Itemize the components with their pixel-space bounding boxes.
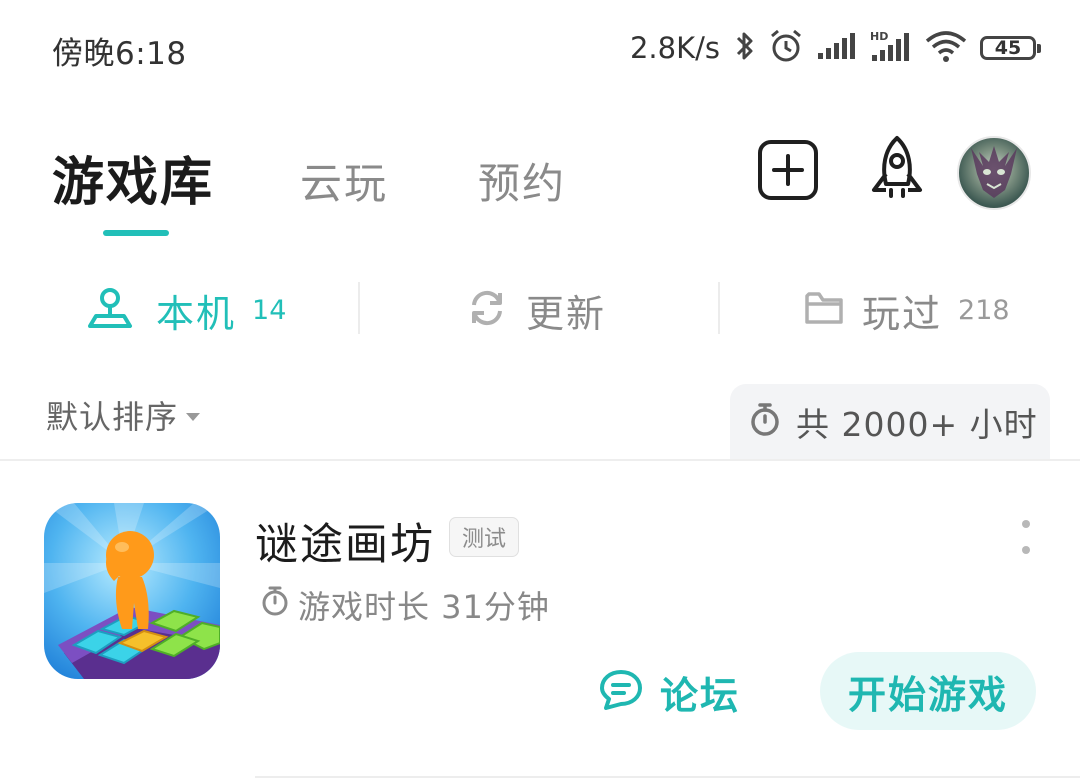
sort-dropdown[interactable]: 默认排序	[46, 392, 201, 438]
bluetooth-icon	[734, 29, 756, 67]
total-playtime-text: 共 2000+ 小时	[796, 405, 1038, 444]
subtab-played-count: 218	[958, 294, 1010, 326]
net-speed: 2.8K/s	[629, 31, 720, 65]
subtab-played[interactable]: 玩过 218	[804, 282, 1010, 338]
game-playtime: 游戏时长 31分钟	[260, 582, 550, 628]
wifi-icon	[924, 29, 968, 67]
forum-label: 论坛	[660, 673, 741, 718]
chat-bubble-icon	[598, 668, 644, 716]
location-pin-icon	[86, 284, 134, 336]
list-divider	[255, 776, 1080, 778]
subtab-local[interactable]: 本机 14	[86, 282, 286, 338]
game-icon[interactable]	[44, 503, 220, 679]
signal-hd-icon: HD	[870, 29, 912, 67]
start-game-button[interactable]: 开始游戏	[820, 652, 1036, 730]
divider	[0, 459, 1080, 461]
stopwatch-icon	[748, 402, 782, 442]
total-playtime: 共 2000+ 小时	[730, 384, 1050, 460]
alarm-icon	[768, 28, 804, 68]
subtab-divider	[358, 282, 360, 334]
signal-icon	[816, 31, 858, 65]
forum-button[interactable]: 论坛	[598, 664, 740, 720]
avatar[interactable]	[957, 136, 1031, 210]
subtab-played-label: 玩过	[862, 291, 943, 336]
subtab-update[interactable]: 更新	[466, 282, 606, 338]
more-dot	[1022, 546, 1030, 554]
start-game-label: 开始游戏	[847, 672, 1008, 717]
more-dot	[1022, 520, 1030, 528]
test-badge: 测试	[449, 517, 520, 557]
sort-label: 默认排序	[46, 398, 179, 436]
rocket-icon	[862, 134, 932, 208]
battery-icon: 45	[980, 36, 1041, 60]
subtab-update-label: 更新	[526, 291, 607, 336]
stopwatch-icon	[260, 585, 290, 625]
folder-icon	[804, 289, 844, 331]
tab-reserve[interactable]: 预约	[478, 150, 566, 211]
tab-cloud-play[interactable]: 云玩	[300, 150, 388, 211]
svg-text:HD: HD	[870, 30, 888, 43]
playtime-text: 游戏时长 31分钟	[298, 588, 550, 626]
speedup-button[interactable]	[862, 136, 932, 206]
game-title[interactable]: 谜途画坊	[255, 510, 435, 572]
status-time: 傍晚6:18	[52, 36, 187, 72]
tab-game-library[interactable]: 游戏库	[52, 140, 214, 215]
subtab-local-count: 14	[252, 294, 287, 326]
active-tab-indicator	[103, 230, 169, 236]
add-game-button[interactable]	[757, 139, 819, 205]
add-icon	[757, 139, 819, 205]
subtab-divider	[718, 282, 720, 334]
refresh-icon	[466, 287, 508, 333]
subtab-local-label: 本机	[156, 291, 237, 336]
status-icons: 2.8K/s HD 45	[629, 26, 1041, 70]
more-options-button[interactable]	[1016, 520, 1036, 554]
caret-down-icon	[186, 413, 201, 421]
